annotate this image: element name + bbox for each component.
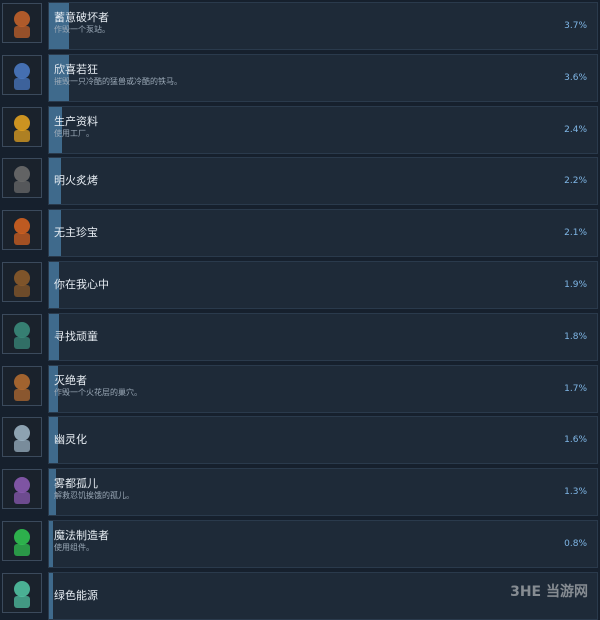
- achievement-row[interactable]: 灭绝者 作毁一个火花层的巢穴。 1.7%: [0, 364, 600, 413]
- crystal-icon: [2, 521, 42, 561]
- achievement-title: 生产资料: [54, 114, 98, 128]
- achievement-title: 蓄意破坏者: [54, 11, 109, 24]
- unlock-percentage-label: 3.6%: [564, 72, 587, 83]
- unlock-percentage-bar: [49, 572, 53, 619]
- gear-icon: [2, 106, 42, 147]
- achievement-description: 摧毁一只冷酷的猛兽或冷酷的铁马。: [54, 76, 182, 86]
- achievement-description: 使用工厂。: [54, 128, 94, 138]
- unlock-percentage-label: 1.6%: [564, 435, 587, 446]
- unlock-percentage-label: 1.8%: [564, 331, 587, 342]
- unlock-percentage-label: 1.3%: [564, 487, 587, 498]
- achievement-description: 使用组件。: [54, 543, 94, 552]
- unlock-percentage-label: 2.1%: [564, 228, 587, 239]
- achievement-row[interactable]: 雾都孤儿 解救忍饥挨饿的孤儿。 1.3%: [0, 468, 600, 517]
- saboteur-icon: [2, 3, 42, 43]
- guillotine-icon: [2, 54, 42, 95]
- achievement-description: 解救忍饥挨饿的孤儿。: [54, 491, 134, 501]
- unlock-percentage-label: 1.9%: [564, 280, 587, 290]
- achievement-title: 绿色能源: [54, 588, 98, 602]
- achievement-panel: 魔法制造者 使用组件。 0.8%: [48, 520, 598, 568]
- achievement-panel: 雾都孤儿 解救忍饥挨饿的孤儿。 1.3%: [48, 468, 598, 517]
- achievement-title: 欣喜若狂: [54, 62, 98, 76]
- achievement-title: 灭绝者: [54, 373, 87, 387]
- achievement-row[interactable]: 无主珍宝 2.1%: [0, 209, 600, 258]
- achievement-panel: 无主珍宝 2.1%: [48, 209, 598, 258]
- unlock-percentage-label: 2.2%: [564, 176, 587, 187]
- watermark-text: 3HE 当游网: [510, 584, 588, 600]
- unlock-percentage-label: 2.4%: [564, 124, 587, 135]
- achievement-title: 幽灵化: [54, 433, 87, 447]
- achievement-panel: 蓄意破坏者 作毁一个泵站。 3.7%: [48, 2, 598, 50]
- achievement-panel: 你在我心中 1.9%: [48, 261, 598, 309]
- achievement-row[interactable]: 幽灵化 1.6%: [0, 416, 600, 465]
- achievement-row[interactable]: 生产资料 使用工厂。 2.4%: [0, 105, 600, 154]
- achievement-row[interactable]: 寻找顽童 1.8%: [0, 312, 600, 361]
- achievement-title: 雾都孤儿: [54, 477, 98, 491]
- achievement-description: 作毁一个泵站。: [54, 25, 110, 34]
- achievement-panel: 生产资料 使用工厂。 2.4%: [48, 105, 598, 154]
- achievement-title: 明火炙烤: [54, 174, 98, 188]
- treasure-icon: [2, 210, 42, 251]
- achievement-row[interactable]: 魔法制造者 使用组件。 0.8%: [0, 520, 600, 568]
- achievement-panel: 幽灵化 1.6%: [48, 416, 598, 465]
- nest-icon: [2, 365, 42, 406]
- unlock-percentage-label: 3.7%: [564, 21, 587, 31]
- achievement-panel: 欣喜若狂 摧毁一只冷酷的猛兽或冷酷的铁马。 3.6%: [48, 53, 598, 102]
- achievement-row[interactable]: 你在我心中 1.9%: [0, 261, 600, 309]
- achievement-title: 无主珍宝: [54, 226, 98, 240]
- site-watermark-logo: 3HE 当游网: [474, 581, 594, 607]
- unlock-percentage-label: 1.7%: [564, 383, 587, 394]
- achievement-title: 你在我心中: [54, 278, 109, 291]
- robot-icon: [2, 262, 42, 302]
- hooded-child-icon: [2, 313, 42, 354]
- unlock-percentage-bar: [49, 521, 54, 567]
- achievement-row[interactable]: 明火炙烤 2.2%: [0, 157, 600, 206]
- achievement-row[interactable]: 欣喜若狂 摧毁一只冷酷的猛兽或冷酷的铁马。 3.6%: [0, 53, 600, 102]
- achievement-description: 作毁一个火花层的巢穴。: [54, 387, 142, 397]
- achievement-panel: 寻找顽童 1.8%: [48, 312, 598, 361]
- orphan-icon: [2, 469, 42, 510]
- achievement-title: 魔法制造者: [54, 529, 109, 542]
- achievement-row[interactable]: 蓄意破坏者 作毁一个泵站。 3.7%: [0, 2, 600, 50]
- achievement-panel: 灭绝者 作毁一个火花层的巢穴。 1.7%: [48, 364, 598, 413]
- achievement-title: 寻找顽童: [54, 329, 98, 343]
- furnace-icon: [2, 158, 42, 199]
- lantern-icon: [2, 572, 42, 613]
- achievement-panel: 明火炙烤 2.2%: [48, 157, 598, 206]
- ghost-icon: [2, 417, 42, 458]
- unlock-percentage-label: 0.8%: [564, 539, 587, 549]
